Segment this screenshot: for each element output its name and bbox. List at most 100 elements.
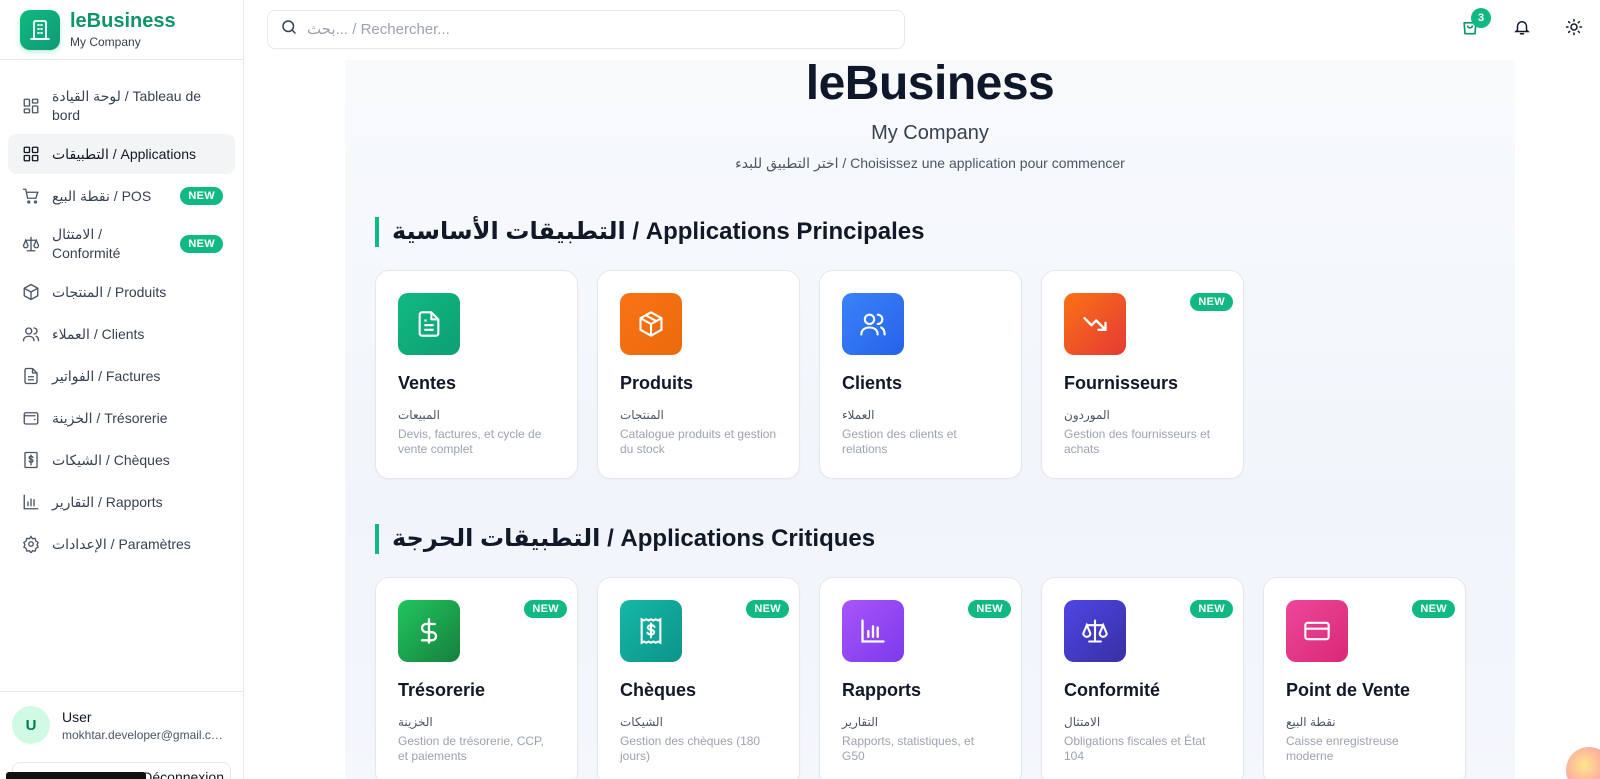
user-profile[interactable]: U User mokhtar.developer@gmail.com [12,706,231,744]
grid-icon [21,144,41,164]
building-logo-icon [20,9,60,50]
app-card-rapports[interactable]: NEW Rapports التقارير Rapports, statisti… [819,577,1022,779]
brand[interactable]: leBusiness My Company [0,0,243,60]
app-card-title: Produits [620,373,694,393]
sidebar-item-label: الخزينة / Trésorerie [52,409,168,426]
new-badge: NEW [746,600,789,618]
theme-toggle-button[interactable] [1563,18,1585,40]
sidebar-item-label: نقطة البيع / POS [52,187,152,204]
app-card-title: Fournisseurs [1064,373,1179,393]
sidebar: leBusiness My Company لوحة القيادة / Tab… [0,0,244,779]
section-title-critical: التطبيقات الحرجة / Applications Critique… [375,524,875,554]
sidebar-item-label: التطبيقات / Applications [52,145,197,162]
bell-icon [1513,18,1531,41]
sidebar-item-label: الفواتير / Factures [52,367,161,384]
app-card-description: Catalogue produits et gestion du stock [620,427,777,456]
app-card-fournisseurs[interactable]: NEW Fournisseurs الموردون Gestion des fo… [1041,270,1244,479]
main-content: leBusiness My Company اختر التطبيق للبدء… [244,60,1600,779]
bar-chart-icon [842,600,904,662]
sidebar-item-factures[interactable]: الفواتير / Factures [8,356,235,396]
app-card-title: Clients [842,373,903,393]
hero-title: leBusiness [805,60,1055,110]
app-card-conformite[interactable]: NEW Conformité الامتثال Obligations fisc… [1041,577,1244,779]
wallet-icon [21,408,41,428]
new-badge: NEW [1190,600,1233,618]
app-card-description: Caisse enregistreuse moderne [1286,734,1399,763]
sidebar-item-conformite[interactable]: الامتثال / Conformité NEW [8,218,235,270]
app-card-title: Point de Vente [1286,680,1411,700]
app-card-title: Trésorerie [398,680,486,700]
scale-icon [1064,600,1126,662]
sidebar-item-label: الإعدادات / Paramètres [52,535,191,552]
sidebar-item-rapports[interactable]: التقارير / Rapports [8,482,235,522]
app-card-arabic: المبيعات [398,408,440,422]
receipt-icon [620,600,682,662]
scale-icon [21,234,41,254]
sidebar-item-pos[interactable]: نقطة البيع / POS NEW [8,176,235,216]
app-card-arabic: الخزينة [398,715,433,729]
sidebar-item-applications[interactable]: التطبيقات / Applications [8,134,235,174]
sidebar-item-cheques[interactable]: الشيكات / Chèques [8,440,235,480]
sidebar-item-parametres[interactable]: الإعدادات / Paramètres [8,524,235,564]
sidebar-item-dashboard[interactable]: لوحة القيادة / Tableau de bord [8,80,235,132]
user-name: User [62,708,92,725]
check-icon [21,450,41,470]
app-card-ventes[interactable]: Ventes المبيعات Devis, factures, et cycl… [375,270,578,479]
chart-icon [21,492,41,512]
section-title-main: التطبيقات الأساسية / Applications Princi… [375,217,925,247]
new-badge: NEW [180,187,223,205]
app-card-arabic: الشيكات [620,715,663,729]
sidebar-item-label: المنتجات / Produits [52,283,167,300]
app-card-tresorerie[interactable]: NEW Trésorerie الخزينة Gestion de trésor… [375,577,578,779]
app-card-arabic: نقطة البيع [1286,715,1336,729]
app-card-description: Rapports, statistiques, et G50 [842,734,975,763]
package-icon [21,282,41,302]
hero-subtitle: My Company [871,122,989,144]
users-icon [842,293,904,355]
file-icon [21,366,41,386]
overlay-bar [6,772,146,779]
sun-icon [1565,18,1583,41]
search-box[interactable] [267,10,905,49]
search-icon [280,18,298,41]
app-card-description: Gestion des clients et relations [842,427,957,456]
apps-panel: leBusiness My Company اختر التطبيق للبدء… [345,60,1515,779]
settings-icon [21,534,41,554]
app-card-title: Conformité [1064,680,1160,700]
avatar: U [12,706,50,744]
app-card-description: Gestion des fournisseurs et achats [1064,427,1211,456]
sidebar-item-label: العملاء / Clients [52,325,145,342]
sidebar-nav: لوحة القيادة / Tableau de bord التطبيقات… [0,60,243,564]
app-card-description: Devis, factures, et cycle de vente compl… [398,427,542,456]
sidebar-item-label: التقارير / Rapports [52,493,163,510]
app-card-description: Obligations fiscales et État 104 [1064,734,1206,763]
topbar: 3 [244,0,1600,60]
app-card-description: Gestion des chèques (180 jours) [620,734,761,763]
app-card-arabic: التقارير [842,715,879,729]
cart-count-badge: 3 [1471,8,1491,28]
box-icon [620,293,682,355]
app-card-clients[interactable]: Clients العملاء Gestion des clients et r… [819,270,1022,479]
search-input[interactable] [307,21,887,38]
app-card-produits[interactable]: Produits المنتجات Catalogue produits et … [597,270,800,479]
app-card-point-de-vente[interactable]: NEW Point de Vente نقطة البيع Caisse enr… [1263,577,1466,779]
sidebar-item-label: الامتثال / Conformité [52,226,121,261]
brand-subtitle: My Company [70,35,141,49]
app-card-arabic: المنتجات [620,408,664,422]
sidebar-item-clients[interactable]: العملاء / Clients [8,314,235,354]
app-card-cheques[interactable]: NEW Chèques الشيكات Gestion des chèques … [597,577,800,779]
sidebar-item-tresorerie[interactable]: الخزينة / Trésorerie [8,398,235,438]
notifications-button[interactable] [1511,18,1533,40]
users-icon [21,324,41,344]
app-card-arabic: العملاء [842,408,875,422]
document-icon [398,293,460,355]
new-badge: NEW [524,600,567,618]
sidebar-item-label: لوحة القيادة / Tableau de bord [52,88,202,123]
credit-card-icon [1286,600,1348,662]
brand-title: leBusiness [70,10,176,32]
sidebar-item-produits[interactable]: المنتجات / Produits [8,272,235,312]
app-card-description: Gestion de trésorerie, CCP, et paiements [398,734,544,763]
assistant-widget-icon[interactable] [1566,747,1600,779]
cart-button[interactable]: 3 [1459,8,1491,40]
app-card-arabic: الامتثال [1064,715,1101,729]
